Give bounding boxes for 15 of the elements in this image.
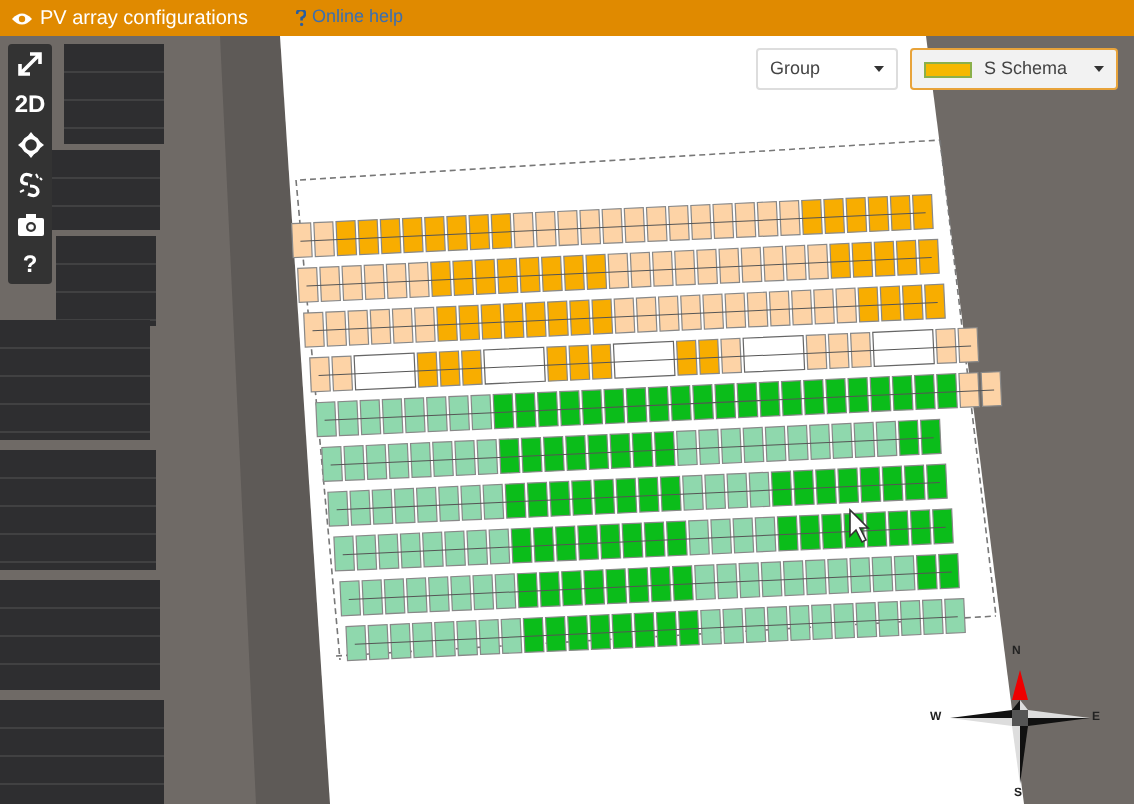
dropdown[interactable]: Group [756,48,898,90]
caret-icon [874,66,884,72]
toolbar-button[interactable]: ? [22,248,38,280]
help-icon [295,10,306,26]
crosshair-icon[interactable] [17,131,43,157]
caret-icon [1094,66,1104,72]
header-title: PV array configurations [40,5,248,33]
toolbar-button[interactable]: 2D [14,88,46,120]
cursor-icon [849,508,870,544]
compass-rose-icon [950,670,1090,784]
unlink-icon[interactable] [17,171,43,197]
eye-icon [12,11,32,25]
camera-icon[interactable] [17,213,43,235]
expand-icon[interactable] [18,52,42,76]
dropdown[interactable]: S Schema [910,48,1118,90]
